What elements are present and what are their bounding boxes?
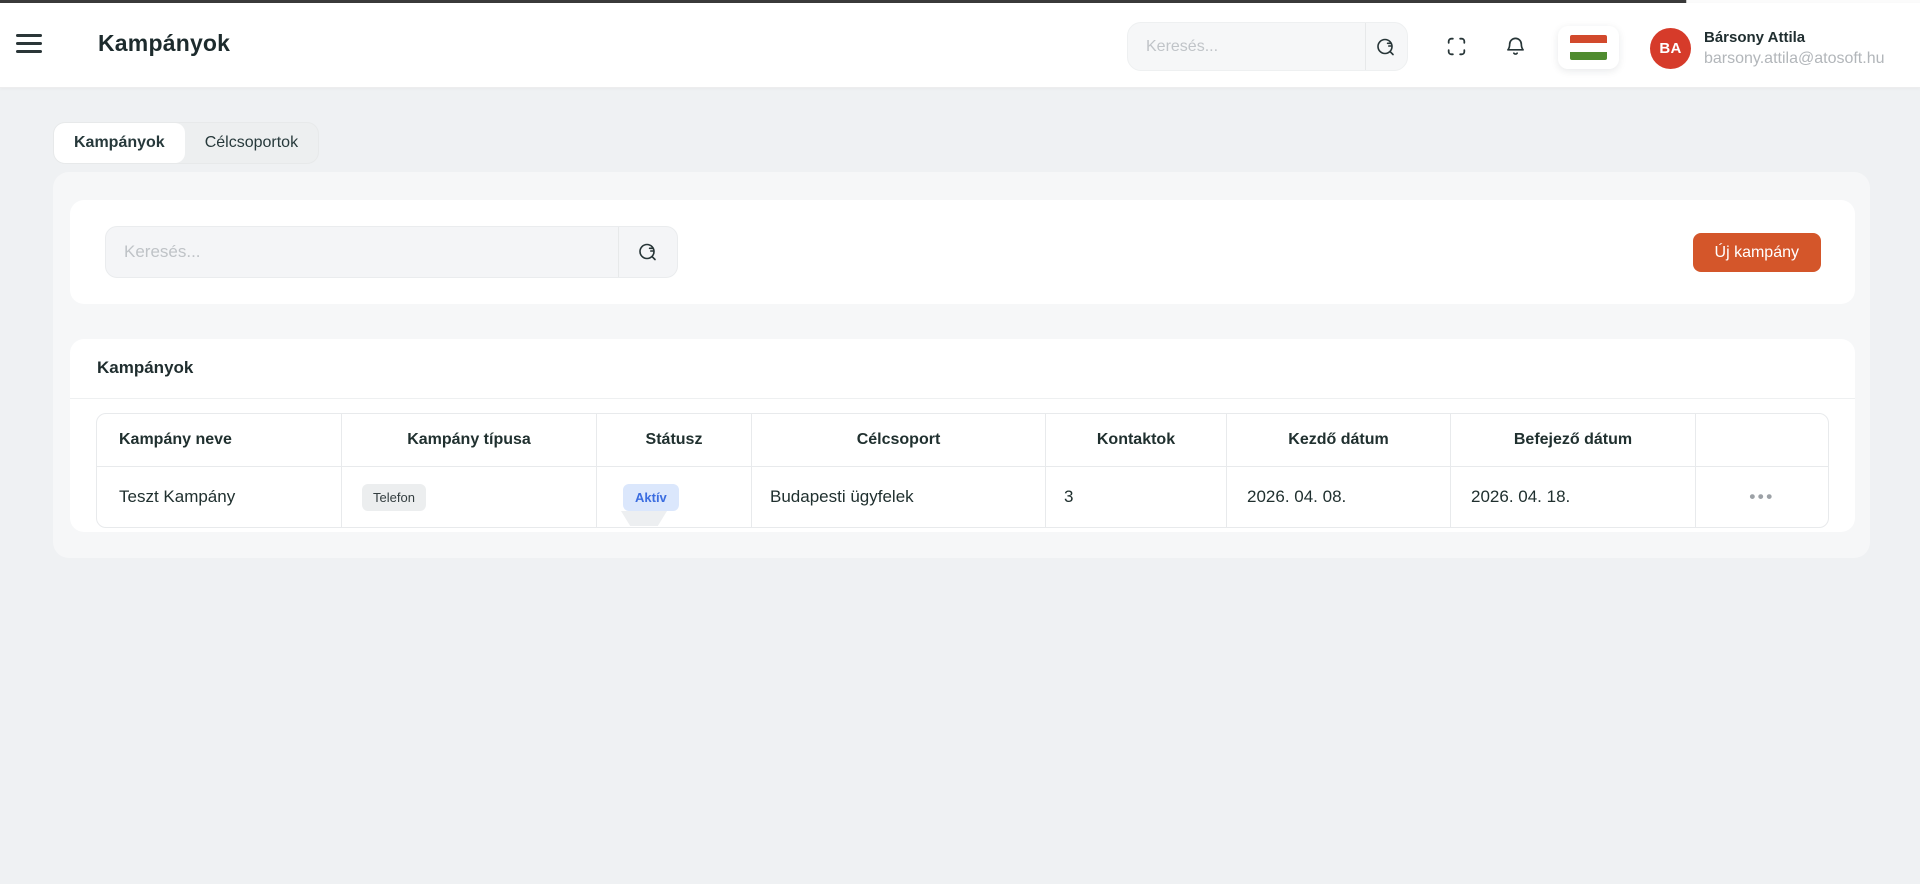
col-start-date: Kezdő dátum (1227, 414, 1451, 467)
content-panel: Új kampány Kampányok Kampány neve Kampán… (53, 172, 1870, 558)
search-icon[interactable] (619, 227, 677, 277)
bell-icon[interactable] (1502, 33, 1528, 59)
filter-card: Új kampány (70, 200, 1855, 304)
fullscreen-icon[interactable] (1443, 33, 1469, 59)
tab-kampanyok[interactable]: Kampányok (54, 123, 185, 163)
cell-start-date: 2026. 04. 08. (1227, 467, 1451, 527)
card-title: Kampányok (97, 358, 193, 378)
table-header-row: Kampány neve Kampány típusa Státusz Célc… (97, 414, 1828, 467)
campaigns-table: Kampány neve Kampány típusa Státusz Célc… (96, 413, 1829, 528)
type-badge: Telefon (362, 484, 426, 511)
avatar[interactable]: BA (1650, 28, 1691, 69)
cell-status: Aktív (597, 467, 752, 527)
menu-icon[interactable] (16, 33, 46, 59)
user-menu[interactable]: BA Bársony Attila barsony.attila@atosoft… (1650, 27, 1885, 70)
cell-contacts: 3 (1046, 467, 1227, 527)
col-contacts: Kontaktok (1046, 414, 1227, 467)
new-campaign-button[interactable]: Új kampány (1693, 233, 1821, 272)
campaign-search (105, 226, 678, 278)
hungarian-flag-icon (1570, 35, 1607, 60)
tooltip-arrow (621, 511, 667, 526)
header-search-input[interactable] (1128, 23, 1365, 70)
divider (70, 398, 1855, 399)
col-target-group: Célcsoport (752, 414, 1046, 467)
row-actions-icon[interactable]: ••• (1749, 487, 1774, 507)
cell-end-date: 2026. 04. 18. (1451, 467, 1696, 527)
tab-bar: Kampányok Célcsoportok (53, 122, 319, 164)
user-email: barsony.attila@atosoft.hu (1704, 49, 1885, 70)
cell-campaign-name: Teszt Kampány (97, 467, 342, 527)
campaign-search-input[interactable] (106, 227, 618, 277)
col-campaign-type: Kampány típusa (342, 414, 597, 467)
user-name: Bársony Attila (1704, 27, 1885, 49)
table-row: Teszt Kampány Telefon Aktív Budapesti üg… (97, 467, 1828, 527)
col-campaign-name: Kampány neve (97, 414, 342, 467)
status-badge: Aktív (623, 484, 679, 511)
app-header: Kampányok BA (0, 3, 1920, 88)
language-flag-button[interactable] (1558, 26, 1619, 69)
col-end-date: Befejező dátum (1451, 414, 1696, 467)
col-actions (1696, 414, 1828, 467)
cell-actions: ••• (1696, 467, 1828, 527)
campaigns-card: Kampányok Kampány neve Kampány típusa St… (70, 339, 1855, 532)
cell-campaign-type: Telefon (342, 467, 597, 527)
search-icon[interactable] (1366, 23, 1407, 70)
page-title: Kampányok (98, 30, 230, 57)
cell-target-group: Budapesti ügyfelek (752, 467, 1046, 527)
col-status: Státusz (597, 414, 752, 467)
tab-celcsoportok[interactable]: Célcsoportok (185, 123, 318, 163)
header-search (1127, 22, 1408, 71)
